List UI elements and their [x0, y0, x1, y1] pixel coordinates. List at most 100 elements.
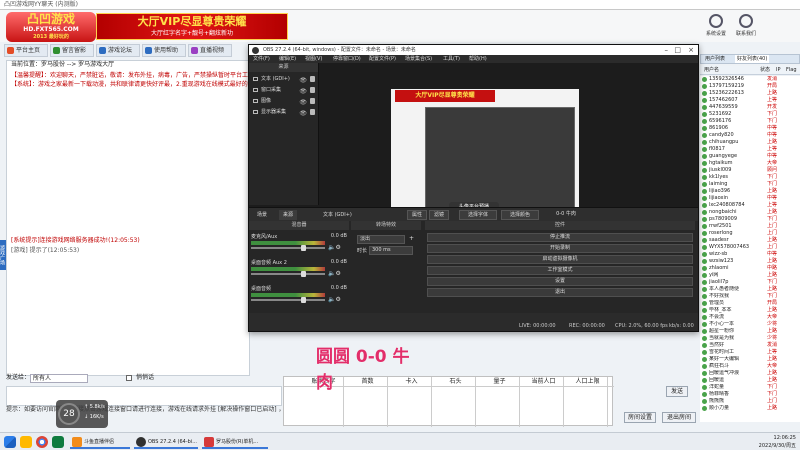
- volume-knob[interactable]: [301, 245, 307, 251]
- column-header[interactable]: Flag: [786, 66, 797, 75]
- system-tray[interactable]: 12:06:25 2022/9/30/周五: [736, 433, 796, 450]
- source-item[interactable]: 图像 👁: [251, 96, 317, 106]
- speaker-icon[interactable]: 🔈⚙: [328, 244, 341, 251]
- stop-streaming-button[interactable]: 停止推流: [427, 233, 693, 242]
- user-list-row[interactable]: 回暖运气冲浪 上路: [700, 370, 800, 377]
- studio-mode-button[interactable]: 工作室模式: [427, 266, 693, 275]
- sheet-column-header[interactable]: 当前人口: [524, 377, 564, 427]
- maximize-icon[interactable]: □: [674, 45, 681, 55]
- taskbar-app-game[interactable]: 罗马股份(R)单机...: [202, 435, 268, 449]
- user-list-row[interactable]: hgtaikum 大帝: [700, 160, 800, 167]
- user-list-row[interactable]: 洋蛇量 下门: [700, 384, 800, 391]
- user-list-row[interactable]: 861906 中等: [700, 125, 800, 132]
- user-list-row[interactable]: jiaolil7p 下门: [700, 279, 800, 286]
- tab-guestbook[interactable]: 留言留影: [50, 44, 94, 57]
- send-target-select[interactable]: 所有人: [30, 374, 88, 383]
- eye-icon[interactable]: 👁: [299, 109, 307, 119]
- add-transition-icon[interactable]: +: [409, 235, 414, 242]
- obs-window[interactable]: OBS 27.2.4 (64-bit, windows) - 配置文件：未命名 …: [248, 44, 699, 332]
- user-list-row[interactable]: laiming 下门: [700, 181, 800, 188]
- virtual-camera-button[interactable]: 启动虚拟摄像机: [427, 255, 693, 264]
- user-list-row[interactable]: 毕林_本本 上路: [700, 307, 800, 314]
- user-list-row[interactable]: 不会流 大帝: [700, 314, 800, 321]
- user-list-row[interactable]: 不小心一本 少将: [700, 321, 800, 328]
- user-list-row[interactable]: lijiaoxin 中等: [700, 195, 800, 202]
- user-list-row[interactable]: 雪花时间工 上等: [700, 349, 800, 356]
- message-input[interactable]: [6, 386, 282, 406]
- file-explorer-icon[interactable]: [20, 436, 32, 448]
- sheet-column-header[interactable]: 首数: [348, 377, 388, 427]
- column-header[interactable]: IP: [776, 66, 781, 75]
- user-list-row[interactable]: 13592326546 发消: [700, 76, 800, 83]
- private-checkbox[interactable]: [126, 375, 132, 381]
- menu-file[interactable]: 文件(F): [253, 55, 270, 63]
- user-list-row[interactable]: 管理员 开局: [700, 300, 800, 307]
- volume-knob[interactable]: [301, 271, 307, 277]
- column-header[interactable]: 用户名: [704, 66, 719, 75]
- user-list-row[interactable]: 6596176 下门: [700, 118, 800, 125]
- taskbar-app-douyu[interactable]: 斗鱼直播伴侣: [70, 435, 130, 449]
- duration-input[interactable]: 300 ms: [369, 246, 413, 255]
- source-item[interactable]: 窗口采集 👁: [251, 85, 317, 95]
- user-list-row[interactable]: 顺小力量 上路: [700, 405, 800, 412]
- menu-docks[interactable]: 停靠窗口(D): [333, 55, 361, 63]
- site-logo[interactable]: 凸凹游戏 HD.FXT565.COM 2013 最好玩的: [6, 12, 96, 42]
- user-list-row[interactable]: wizz-sb 中等: [700, 251, 800, 258]
- menu-view[interactable]: 视图(V): [305, 55, 322, 63]
- lock-icon[interactable]: [310, 109, 315, 115]
- vip-banner[interactable]: 大厅VIP尽显尊贵荣耀 大厅红字名字+靓号+翻炫新功: [96, 13, 288, 40]
- tab-sources[interactable]: 来源: [279, 210, 298, 220]
- sheet-column-header[interactable]: 量子: [480, 377, 520, 427]
- user-list-row[interactable]: 疯狂石斗 大帝: [700, 363, 800, 370]
- user-list-row[interactable]: lijiao396 上路: [700, 188, 800, 195]
- user-list-row[interactable]: fl0817 上等: [700, 146, 800, 153]
- user-list-row[interactable]: candy820 中等: [700, 132, 800, 139]
- column-header[interactable]: 状态: [760, 66, 770, 75]
- source-item[interactable]: 显示器采集 👁: [251, 107, 317, 117]
- close-icon[interactable]: ×: [688, 45, 694, 55]
- contact-button[interactable]: 联系我们: [734, 14, 758, 37]
- select-font-button[interactable]: 选择字体: [459, 210, 497, 220]
- user-list-row[interactable]: wzsiw123 上路: [700, 258, 800, 265]
- side-tag[interactable]: 游戏广场: [0, 240, 6, 270]
- user-list-row[interactable]: 15236222613 上路: [700, 90, 800, 97]
- sheet-column-header[interactable]: 人口上限: [568, 377, 608, 427]
- user-list-row[interactable]: roserlong 上门: [700, 230, 800, 237]
- sheet-column-header[interactable]: 卡入: [392, 377, 432, 427]
- user-list-row[interactable]: 杨菲晴香 下门: [700, 391, 800, 398]
- user-list-row[interactable]: 当然好 发消: [700, 342, 800, 349]
- excel-icon[interactable]: [52, 436, 64, 448]
- lock-icon[interactable]: [310, 76, 315, 82]
- user-list-row[interactable]: zhlaomi 中路: [700, 265, 800, 272]
- properties-button[interactable]: 属性: [407, 210, 427, 220]
- user-list-row[interactable]: kk1lyes 下门: [700, 174, 800, 181]
- menu-tools[interactable]: 工具(T): [443, 55, 460, 63]
- user-list-row[interactable]: yi网 上路: [700, 272, 800, 279]
- tab-friend-list[interactable]: 好友列表(40): [735, 55, 770, 63]
- user-list-row[interactable]: 447639559 开发: [700, 104, 800, 111]
- volume-slider[interactable]: [251, 299, 325, 301]
- sheet-column-header[interactable]: 石头: [436, 377, 476, 427]
- taskbar-app-obs[interactable]: OBS 27.2.4 (64-bi...: [134, 435, 198, 449]
- network-monitor-widget[interactable]: 28 ↑ 5.8k/s ↓ 16K/s: [56, 400, 108, 428]
- select-color-button[interactable]: 选择颜色: [501, 210, 539, 220]
- volume-slider[interactable]: [251, 247, 325, 249]
- user-list-row[interactable]: 本人愚者随便 上路: [700, 286, 800, 293]
- lock-icon[interactable]: [310, 98, 315, 104]
- settings-button[interactable]: 系统设置: [704, 14, 728, 37]
- user-list-row[interactable]: guangyege 中等: [700, 153, 800, 160]
- start-recording-button[interactable]: 开始录制: [427, 244, 693, 253]
- user-list-row[interactable]: chihuangpu 上路: [700, 139, 800, 146]
- user-list-row[interactable]: 157462607 上等: [700, 97, 800, 104]
- volume-knob[interactable]: [301, 297, 307, 303]
- filters-button[interactable]: 滤镜: [429, 210, 449, 220]
- tab-home[interactable]: 平台主页: [4, 44, 48, 57]
- menu-scene-collection[interactable]: 场景集合(S): [405, 55, 432, 63]
- menu-profile[interactable]: 配置文件(P): [369, 55, 396, 63]
- user-list-row[interactable]: WYX578007463 上门: [700, 244, 800, 251]
- user-list[interactable]: 13592326546 发消 13797159219 开局 15236222613 上路 1…: [700, 76, 800, 422]
- speaker-icon[interactable]: 🔈⚙: [328, 270, 341, 277]
- exit-button[interactable]: 退出: [427, 288, 693, 297]
- menu-help[interactable]: 帮助(H): [469, 55, 487, 63]
- lock-icon[interactable]: [310, 87, 315, 93]
